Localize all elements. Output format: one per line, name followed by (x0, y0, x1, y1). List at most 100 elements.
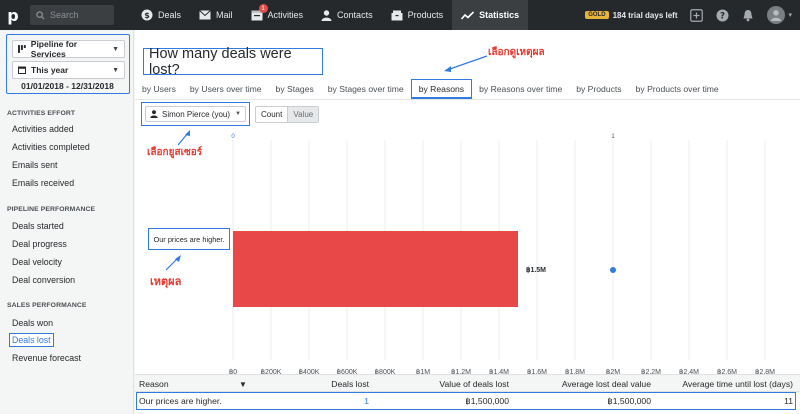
sidebar-item-activities-added[interactable]: Activities added (12, 124, 74, 134)
bar-data-label: ฿1.5M (526, 266, 546, 274)
nav-products-label: Products (407, 10, 444, 20)
nav-deals-label: Deals (158, 10, 182, 20)
report-tabs: by Users by Users over time by Stages by… (135, 75, 726, 99)
search-box[interactable]: Search (30, 5, 114, 25)
sidebar-item-deal-progress[interactable]: Deal progress (12, 239, 67, 249)
user-dropdown[interactable]: Simon Pierce (you) ▼ (145, 106, 246, 122)
nav-activities-label: Activities (267, 10, 304, 20)
chevron-down-icon: ▼ (112, 66, 119, 74)
sidebar-item-revenue-forecast[interactable]: Revenue forecast (12, 353, 81, 363)
avatar (767, 6, 786, 24)
page-title: How many deals were lost? (143, 46, 323, 78)
calendar-icon (18, 66, 26, 74)
search-icon (36, 10, 45, 20)
nav-deals[interactable]: $ Deals (132, 0, 190, 30)
toggle-count[interactable]: Count (256, 107, 288, 122)
annotation-reason-note: เหตุผล (150, 275, 182, 288)
add-icon[interactable] (689, 8, 703, 22)
mail-icon (199, 10, 211, 20)
sidebar-item-deals-started[interactable]: Deals started (12, 221, 64, 231)
section-pipeline-performance: PIPELINE PERFORMANCE (7, 206, 96, 213)
toggle-value[interactable]: Value (287, 107, 319, 122)
reason-label-box: Our prices are higher. (148, 228, 230, 250)
chevron-down-icon: ▼ (112, 45, 119, 53)
sidebar: Pipeline for Services ▼ This year ▼ 01/0… (0, 30, 134, 414)
cell-avg-time: 11 (784, 396, 793, 406)
top-axis-tick-label: 1 (611, 134, 615, 140)
sidebar-item-deal-conversion[interactable]: Deal conversion (12, 275, 75, 285)
pipeline-dropdown[interactable]: Pipeline for Services ▼ (12, 39, 125, 59)
column-header-deals-lost[interactable]: Deals lost (265, 375, 369, 393)
cell-avg-value: ฿1,500,000 (607, 395, 651, 406)
count-value-toggle: Count Value (255, 106, 320, 123)
sidebar-item-emails-sent[interactable]: Emails sent (12, 160, 57, 170)
section-sales-performance: SALES PERFORMANCE (7, 302, 87, 309)
cell-deals-lost[interactable]: 1 (265, 392, 369, 410)
person-icon (150, 110, 158, 118)
sidebar-item-emails-received[interactable]: Emails received (12, 178, 74, 188)
tab-by-users[interactable]: by Users (135, 79, 183, 99)
nav-contacts-label: Contacts (337, 10, 373, 20)
chevron-down-icon: ▾ (788, 12, 792, 19)
chart-category-label: Our prices are higher. (153, 234, 225, 244)
sidebar-item-deal-velocity[interactable]: Deal velocity (12, 257, 62, 267)
nav-products[interactable]: Products (382, 0, 453, 30)
section-activities-effort: ACTIVITIES EFFORT (7, 110, 76, 117)
period-label: This year (31, 65, 69, 75)
table-row[interactable]: Our prices are higher. 1 ฿1,500,000 ฿1,5… (135, 392, 800, 410)
tab-by-stages[interactable]: by Stages (269, 79, 321, 99)
nav-statistics[interactable]: Statistics (452, 0, 529, 30)
table-header: Reason ▼ Deals lost Value of deals lost … (135, 374, 800, 392)
reasons-table: Reason ▼ Deals lost Value of deals lost … (135, 374, 800, 410)
nav-contacts[interactable]: Contacts (312, 0, 382, 30)
top-navigation-bar: p Search $ Deals Mail 1 Activities Conta… (0, 0, 800, 30)
column-header-avg-time[interactable]: Average time until lost (days) (651, 375, 793, 393)
column-header-reason[interactable]: Reason (139, 375, 169, 393)
tab-by-products-over-time[interactable]: by Products over time (629, 79, 726, 99)
tab-by-stages-over-time[interactable]: by Stages over time (321, 79, 411, 99)
filter-box: Pipeline for Services ▼ This year ▼ 01/0… (6, 34, 130, 94)
search-placeholder: Search (50, 10, 79, 20)
pipeline-label: Pipeline for Services (30, 39, 78, 59)
person-icon (321, 9, 332, 21)
trend-icon (461, 10, 475, 20)
sort-caret-icon[interactable]: ▼ (239, 375, 247, 393)
bar-value (233, 231, 518, 307)
tab-by-reasons-over-time[interactable]: by Reasons over time (472, 79, 569, 99)
user-filter-box: Simon Pierce (you) ▼ (141, 102, 250, 126)
bell-icon[interactable] (741, 8, 755, 22)
count-marker (610, 267, 616, 273)
tabs-divider (135, 99, 800, 100)
activities-badge: 1 (258, 4, 268, 13)
app-logo[interactable]: p (0, 0, 26, 30)
tab-by-reasons[interactable]: by Reasons (410, 79, 473, 99)
nav-mail[interactable]: Mail (190, 0, 242, 30)
chevron-down-icon: ▼ (235, 111, 241, 117)
date-range: 01/01/2018 - 12/31/2018 (21, 81, 114, 91)
svg-text:?: ? (720, 11, 725, 21)
account-menu[interactable]: ▾ (767, 6, 792, 24)
annotation-tab-note: เลือกดูเหตุผล (488, 47, 545, 58)
column-header-value-lost[interactable]: Value of deals lost (369, 375, 509, 393)
svg-text:$: $ (144, 11, 150, 20)
deals-lost-chart: ฿0 ฿200K ฿400K ฿600K ฿800K ฿1M ฿1.2M ฿1.4M ฿1.6M… (229, 134, 775, 390)
annotation-arrow-icon (165, 255, 181, 271)
dollar-icon: $ (141, 9, 153, 21)
column-header-avg-value[interactable]: Average lost deal value (509, 375, 651, 393)
top-axis-tick-label: 0 (231, 134, 235, 140)
nav-mail-label: Mail (216, 10, 233, 20)
help-icon[interactable]: ? (715, 8, 729, 22)
nav-activities[interactable]: 1 Activities (242, 0, 313, 30)
top-right-controls: GOLD 184 trial days left ? ▾ (585, 0, 792, 30)
tab-by-products[interactable]: by Products (569, 79, 628, 99)
sidebar-item-activities-completed[interactable]: Activities completed (12, 142, 90, 152)
tab-by-users-over-time[interactable]: by Users over time (183, 79, 269, 99)
annotation-arrow-icon (444, 55, 488, 72)
period-dropdown[interactable]: This year ▼ (12, 61, 125, 79)
box-icon (391, 10, 403, 20)
sidebar-item-deals-won[interactable]: Deals won (12, 318, 53, 328)
cell-reason: Our prices are higher. (139, 396, 222, 406)
trial-days-text[interactable]: 184 trial days left (613, 11, 678, 20)
pipeline-icon (18, 45, 26, 53)
sidebar-item-deals-lost[interactable]: Deals lost (9, 333, 54, 347)
